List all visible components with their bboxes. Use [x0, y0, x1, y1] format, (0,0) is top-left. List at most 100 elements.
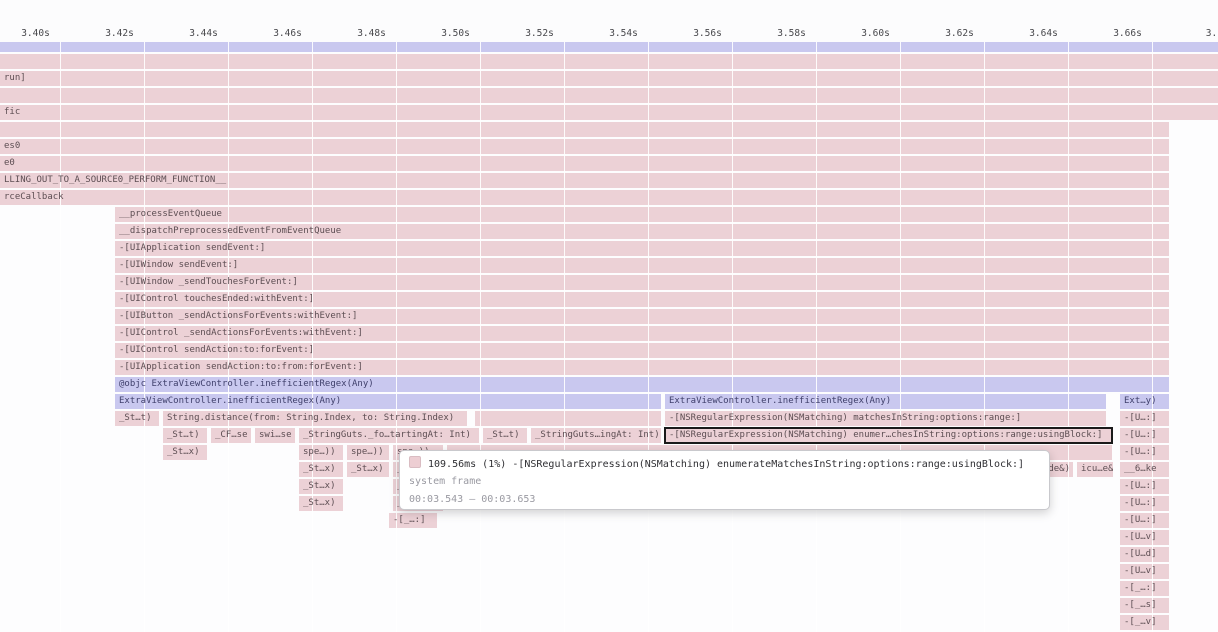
flame-block[interactable]: swi…se	[255, 428, 295, 443]
flame-block-label: _St…x)	[163, 445, 207, 460]
flame-block[interactable]: fic	[0, 105, 1218, 120]
flame-block-label: __processEventQueue	[115, 207, 1169, 222]
flame-block[interactable]: -[U…:]	[1120, 445, 1169, 460]
flame-block-label: LLING_OUT_TO_A_SOURCE0_PERFORM_FUNCTION_…	[0, 173, 1169, 188]
flame-block[interactable]: _St…x)	[299, 462, 343, 477]
tooltip: 109.56ms (1%) -[NSRegularExpression(NSMa…	[399, 450, 1050, 510]
flame-block[interactable]	[0, 88, 1218, 103]
tooltip-frame-kind: system frame	[409, 476, 481, 487]
flame-block-label: _St…t)	[483, 428, 527, 443]
flame-block[interactable]: _StringGuts…ingAt: Int)	[531, 428, 661, 443]
flame-block-label: -[_…:]	[389, 513, 437, 528]
flame-block[interactable]: @objc ExtraViewController.inefficientReg…	[115, 377, 1169, 392]
flame-block[interactable]	[0, 122, 1169, 137]
flame-block[interactable]: _St…t)	[115, 411, 159, 426]
flame-block[interactable]: ExtraViewController.inefficientRegex(Any…	[665, 394, 1106, 409]
flame-block[interactable]	[0, 54, 1218, 69]
flame-block-label: _StringGuts…ingAt: Int)	[531, 428, 661, 443]
flame-block-label: -[U…:]	[1120, 496, 1169, 511]
flame-block[interactable]: -[UIWindow sendEvent:]	[115, 258, 1169, 273]
flame-block[interactable]: spe…))	[347, 445, 389, 460]
flame-block[interactable]: -[_…:]	[1120, 581, 1169, 596]
flame-block[interactable]: _CF…se	[211, 428, 251, 443]
flame-block-label: spe…))	[299, 445, 343, 460]
flame-block[interactable]: __6…ke	[1120, 462, 1169, 477]
flame-block[interactable]: -[UIApplication sendEvent:]	[115, 241, 1169, 256]
flame-block-label: _St…t)	[163, 428, 207, 443]
flame-block[interactable]: rceCallback	[0, 190, 1169, 205]
flame-block[interactable]: _St…t)	[163, 428, 207, 443]
tooltip-duration: 109.56ms (1%)	[428, 459, 506, 470]
flame-block-label: __dispatchPreprocessedEventFromEventQueu…	[115, 224, 1169, 239]
time-tick-label: 3.40s	[21, 28, 50, 39]
flame-block-label: _St…t)	[115, 411, 159, 426]
flame-block[interactable]: -[U…:]	[1120, 479, 1169, 494]
flame-block[interactable]: -[U…:]	[1120, 411, 1169, 426]
flame-block[interactable]: _St…x)	[347, 462, 389, 477]
flame-block[interactable]: -[UIButton _sendActionsForEvents:withEve…	[115, 309, 1169, 324]
flame-block[interactable]: run]	[0, 71, 1218, 86]
flame-block[interactable]: ExtraViewController.inefficientRegex(Any…	[115, 394, 661, 409]
tooltip-time-range: 00:03.543 — 00:03.653	[409, 494, 535, 505]
flame-block[interactable]: -[UIControl _sendActionsForEvents:withEv…	[115, 326, 1169, 341]
time-ruler[interactable]: 3.40s3.42s3.44s3.46s3.48s3.50s3.52s3.54s…	[0, 0, 1218, 42]
flame-block[interactable]: e0	[0, 156, 1169, 171]
flame-block-selected[interactable]: -[NSRegularExpression(NSMatching) enumer…	[665, 428, 1112, 443]
flame-block-label: -[U…d]	[1120, 547, 1169, 562]
flame-block[interactable]	[475, 411, 661, 426]
time-tick-label: 3.56s	[693, 28, 722, 39]
time-tick-label: 3.66s	[1113, 28, 1142, 39]
flame-block[interactable]: -[U…:]	[1120, 496, 1169, 511]
flame-block[interactable]: -[UIControl touchesEnded:withEvent:]	[115, 292, 1169, 307]
flame-block[interactable]: LLING_OUT_TO_A_SOURCE0_PERFORM_FUNCTION_…	[0, 173, 1169, 188]
flame-block[interactable]: es0	[0, 139, 1169, 154]
flame-block-label: spe…))	[347, 445, 389, 460]
flame-block[interactable]: _St…x)	[299, 496, 343, 511]
flame-block[interactable]: -[UIWindow _sendTouchesForEvent:]	[115, 275, 1169, 290]
flame-block[interactable]: -[UIControl sendAction:to:forEvent:]	[115, 343, 1169, 358]
flame-block-label: -[_…s]	[1120, 598, 1169, 613]
flame-block[interactable]: -[_…:]	[389, 513, 437, 528]
flame-block-label: -[UIControl touchesEnded:withEvent:]	[115, 292, 1169, 307]
flame-block[interactable]: -[U…v]	[1120, 530, 1169, 545]
flame-block[interactable]: icu…e&)	[1077, 462, 1113, 477]
flame-block-label: -[U…:]	[1120, 513, 1169, 528]
flame-block[interactable]: -[_…s]	[1120, 598, 1169, 613]
flame-block[interactable]: String.distance(from: String.Index, to: …	[163, 411, 467, 426]
time-tick-label: 3.52s	[525, 28, 554, 39]
flame-block-label: _StringGuts._fo…tartingAt: Int)	[299, 428, 479, 443]
flame-block[interactable]: Ext…y)	[1120, 394, 1169, 409]
flame-block-label: Ext…y)	[1120, 394, 1169, 409]
flame-block[interactable]: _St…x)	[299, 479, 343, 494]
flame-block-label: -[NSRegularExpression(NSMatching) enumer…	[665, 428, 1112, 443]
flame-block[interactable]: -[U…:]	[1120, 428, 1169, 443]
flame-block-label: -[UIWindow sendEvent:]	[115, 258, 1169, 273]
flame-block[interactable]: -[UIApplication sendAction:to:from:forEv…	[115, 360, 1169, 375]
flame-block[interactable]: -[NSRegularExpression(NSMatching) matche…	[665, 411, 1106, 426]
flame-block[interactable]: _StringGuts._fo…tartingAt: Int)	[299, 428, 479, 443]
flame-block[interactable]: -[U…d]	[1120, 547, 1169, 562]
flame-block[interactable]: _St…t)	[483, 428, 527, 443]
flame-block-label: -[UIApplication sendEvent:]	[115, 241, 1169, 256]
flame-block[interactable]: __dispatchPreprocessedEventFromEventQueu…	[115, 224, 1169, 239]
flame-block-label: _St…x)	[299, 479, 343, 494]
flame-block-label: -[U…v]	[1120, 530, 1169, 545]
flame-block[interactable]: spe…))	[299, 445, 343, 460]
flame-block[interactable]: __processEventQueue	[115, 207, 1169, 222]
time-tick-label: 3.58s	[777, 28, 806, 39]
flame-block-label: rceCallback	[0, 190, 1169, 205]
flame-block-label: __6…ke	[1120, 462, 1169, 477]
time-tick-label: 3.46s	[273, 28, 302, 39]
flame-graph: run] fic es0 e0 LLING_OUT_TO_A_SOURCE0_PERFO…	[0, 0, 1218, 632]
flame-block-label: _St…x)	[299, 496, 343, 511]
flame-block[interactable]: -[U…:]	[1120, 513, 1169, 528]
flame-block[interactable]: -[U…v]	[1120, 564, 1169, 579]
flame-block[interactable]: -[_…v]	[1120, 615, 1169, 630]
flame-block-label: -[UIWindow _sendTouchesForEvent:]	[115, 275, 1169, 290]
flame-block-label: icu…e&)	[1077, 462, 1113, 477]
flame-block-label: @objc ExtraViewController.inefficientReg…	[115, 377, 1169, 392]
flame-block-label: -[_…v]	[1120, 615, 1169, 630]
flame-block-label: ExtraViewController.inefficientRegex(Any…	[665, 394, 1106, 409]
flame-block[interactable]: _St…x)	[163, 445, 207, 460]
flame-block-label: es0	[0, 139, 1169, 154]
